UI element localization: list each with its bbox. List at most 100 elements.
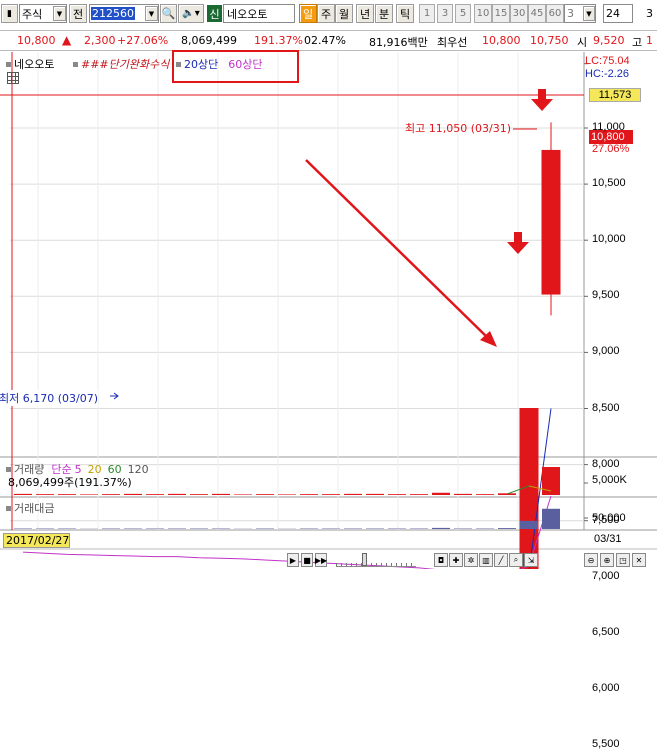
cross-icon[interactable]: ✚ [449, 553, 463, 567]
volume-bar [58, 494, 76, 495]
volume-bar [454, 494, 472, 495]
turnover-rate: 02.47% [304, 34, 346, 47]
start-date-label: 2017/02/27 [3, 533, 70, 548]
close-icon[interactable]: ✕ [632, 553, 646, 567]
price-axis-tick: 10,000 [592, 233, 626, 245]
tab-period-0[interactable]: 일 [299, 4, 317, 23]
stock-name-field[interactable]: 네오오토 [223, 4, 295, 23]
price-axis-tick: 5,500 [592, 738, 620, 750]
camera-icon[interactable]: ◘ [434, 553, 448, 567]
speaker-icon[interactable]: 🔈▾ [178, 4, 204, 23]
high-price: 1 [646, 34, 653, 47]
current-price: 10,800 [17, 34, 56, 47]
volume-bar [146, 494, 164, 495]
chart-type-icon[interactable]: ▥ [479, 553, 493, 567]
best-quote-label: 최우선 [437, 34, 467, 50]
magnifier-icon[interactable]: ⌕ [509, 553, 523, 567]
candle-body [542, 150, 560, 294]
interval-button-6[interactable]: 45 [528, 4, 546, 23]
price-axis-tick: 9,000 [592, 345, 620, 357]
amount-axis-label: 50,000 [592, 512, 626, 524]
line-icon[interactable]: ╱ [494, 553, 508, 567]
high-label: 고 [632, 34, 642, 50]
price-change: 2,300 [84, 34, 116, 47]
chevron-down-icon: ▼ [53, 6, 66, 21]
stock-chart[interactable] [0, 52, 657, 569]
grid-toggle-icon[interactable] [7, 72, 19, 84]
gear-icon[interactable]: ✲ [464, 553, 478, 567]
expand-icon[interactable]: ⇲ [524, 553, 538, 567]
zoom-out-icon[interactable]: ⊖ [584, 553, 598, 567]
trade-amount: 81,916백만 [369, 34, 428, 50]
stock-code-input[interactable]: 212560 ▼ [89, 4, 159, 23]
tab-period-1[interactable]: 주 [317, 4, 335, 23]
volume-axis-label: 5,000K [592, 474, 627, 486]
amount-bar [432, 528, 450, 529]
interval-button-1[interactable]: 3 [437, 4, 453, 23]
top-price-label: 11,573 [589, 88, 641, 102]
market-select[interactable]: 주식 ▼ [19, 4, 67, 23]
display-count-input[interactable]: 24 [603, 4, 633, 23]
interval-button-5[interactable]: 30 [510, 4, 528, 23]
amount-bar [498, 528, 516, 529]
square-icon [6, 62, 11, 67]
volume-bar [234, 494, 252, 495]
tab-period-5[interactable]: 틱 [396, 4, 414, 23]
interval-button-4[interactable]: 15 [492, 4, 510, 23]
slider-thumb[interactable] [362, 553, 367, 566]
amount-bar [520, 521, 538, 529]
volume-bar [432, 493, 450, 495]
volume-bar [388, 494, 406, 495]
interval-count-select[interactable]: 3 ▼ [564, 4, 596, 23]
view-all-button[interactable]: 전 [69, 4, 87, 23]
volume-bar [476, 494, 494, 495]
high-annotation: 최고 11,050 (03/31) [405, 120, 511, 136]
chevron-down-icon: ▼ [145, 6, 158, 21]
volume-bar [256, 494, 274, 495]
price-axis-tick: 9,500 [592, 289, 620, 301]
volume-bar [80, 494, 98, 495]
tab-period-2[interactable]: 월 [335, 4, 353, 23]
down-arrow-icon [514, 232, 522, 242]
display-frac: 3 [642, 4, 657, 23]
square-icon [73, 62, 78, 67]
tool-icons: ◘ ✚ ✲ ▥ ╱ ⌕ ⇲ [434, 553, 538, 567]
tab-period-4[interactable]: 분 [375, 4, 393, 23]
price-axis-tick: 8,500 [592, 402, 620, 414]
interval-button-7[interactable]: 60 [546, 4, 564, 23]
current-pct-label: 27.06% [592, 143, 629, 155]
volume-bar [124, 494, 142, 495]
zoom-in-icon[interactable]: ⊕ [600, 553, 614, 567]
volume-bar [278, 494, 296, 495]
stop-icon[interactable]: ■ [301, 553, 313, 567]
new-listing-badge: 신 [207, 5, 222, 22]
zoom-slider[interactable] [336, 553, 416, 567]
interval-button-0[interactable]: 1 [419, 4, 435, 23]
search-icon[interactable]: 🔍 [160, 4, 177, 23]
volume-bar [14, 494, 32, 495]
volume-value-label: 8,069,499주(191.37%) [8, 474, 132, 490]
price-axis-tick: 7,000 [592, 570, 620, 582]
lc-label: LC:75.04 [585, 55, 630, 67]
open-label: 시 [577, 34, 587, 50]
volume-bar [212, 494, 230, 495]
interval-button-3[interactable]: 10 [474, 4, 492, 23]
square-icon [6, 506, 11, 511]
price-axis-tick: 11,000 [592, 121, 625, 133]
screen-icon[interactable]: ▮ [1, 4, 18, 23]
best-bid: 10,750 [530, 34, 569, 47]
fast-forward-icon[interactable]: ▶▶ [315, 553, 327, 567]
play-icon[interactable]: ▶ [287, 553, 299, 567]
ma-legend: 20상단 60상단 [176, 56, 263, 72]
volume-bar [366, 494, 384, 495]
volume-bar [102, 494, 120, 495]
tab-period-3[interactable]: 년 [356, 4, 374, 23]
interval-button-2[interactable]: 5 [455, 4, 471, 23]
window-icons: ⊖ ⊕ ◳ ✕ [584, 553, 646, 567]
volume-bar [190, 494, 208, 495]
open-price: 9,520 [593, 34, 625, 47]
stock-tag: 네오오토 [6, 56, 54, 72]
square-icon [176, 62, 181, 67]
restore-icon[interactable]: ◳ [616, 553, 630, 567]
hc-label: HC:-2.26 [585, 68, 629, 80]
